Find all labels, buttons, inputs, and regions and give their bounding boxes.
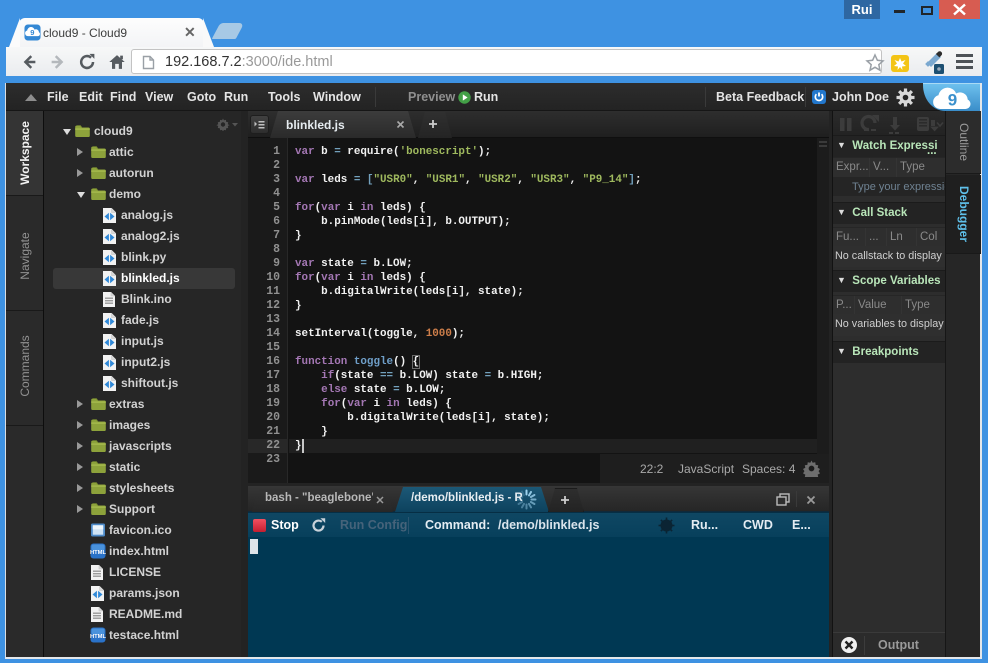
svg-text:9: 9 [30,28,34,37]
svg-text:HTML: HTML [90,634,106,640]
svg-text:HTML: HTML [90,550,106,556]
svg-text:9: 9 [948,91,957,110]
